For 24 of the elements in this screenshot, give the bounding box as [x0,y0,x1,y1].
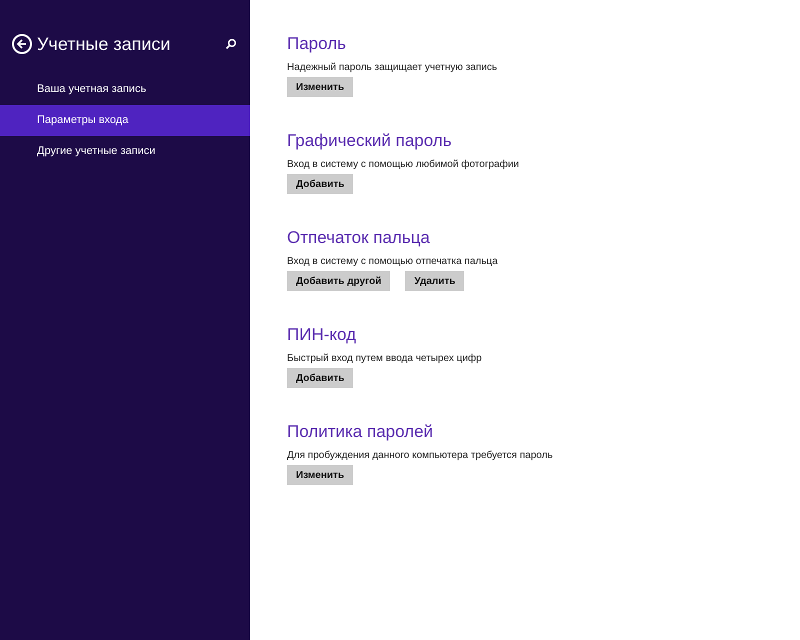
back-arrow-icon [16,38,28,50]
sidebar-item[interactable]: Ваша учетная запись [0,74,250,105]
section-heading: Графический пароль [287,130,453,152]
search-icon [225,38,237,50]
section-description: Надежный пароль защищает учетную запись [287,61,498,74]
action-button[interactable]: Добавить [287,368,354,388]
search-button[interactable] [224,37,238,51]
action-button[interactable]: Добавить [287,174,354,194]
action-button[interactable]: Изменить [287,77,354,97]
sidebar-item[interactable]: Параметры входа [0,105,250,136]
section-description: Для пробуждения данного компьютера требуется пароль [287,449,553,462]
section-description: Быстрый вход путем ввода четырех цифр [287,352,483,365]
back-button[interactable] [12,34,32,54]
section-heading: Отпечаток пальца [287,227,431,249]
action-button[interactable]: Добавить другой [287,271,390,291]
action-button[interactable]: Удалить [405,271,464,291]
section-heading: Политика паролей [287,421,434,443]
sidebar-item[interactable]: Другие учетные записи [0,136,250,167]
section-heading: ПИН-код [287,324,358,346]
section-description: Вход в систему с помощью отпечатка пальца [287,255,499,268]
action-button[interactable]: Изменить [287,465,354,485]
section-description: Вход в систему с помощью любимой фотографии [287,158,520,171]
sidebar-title: Учетные записи [37,32,172,56]
section-heading: Пароль [287,33,347,55]
